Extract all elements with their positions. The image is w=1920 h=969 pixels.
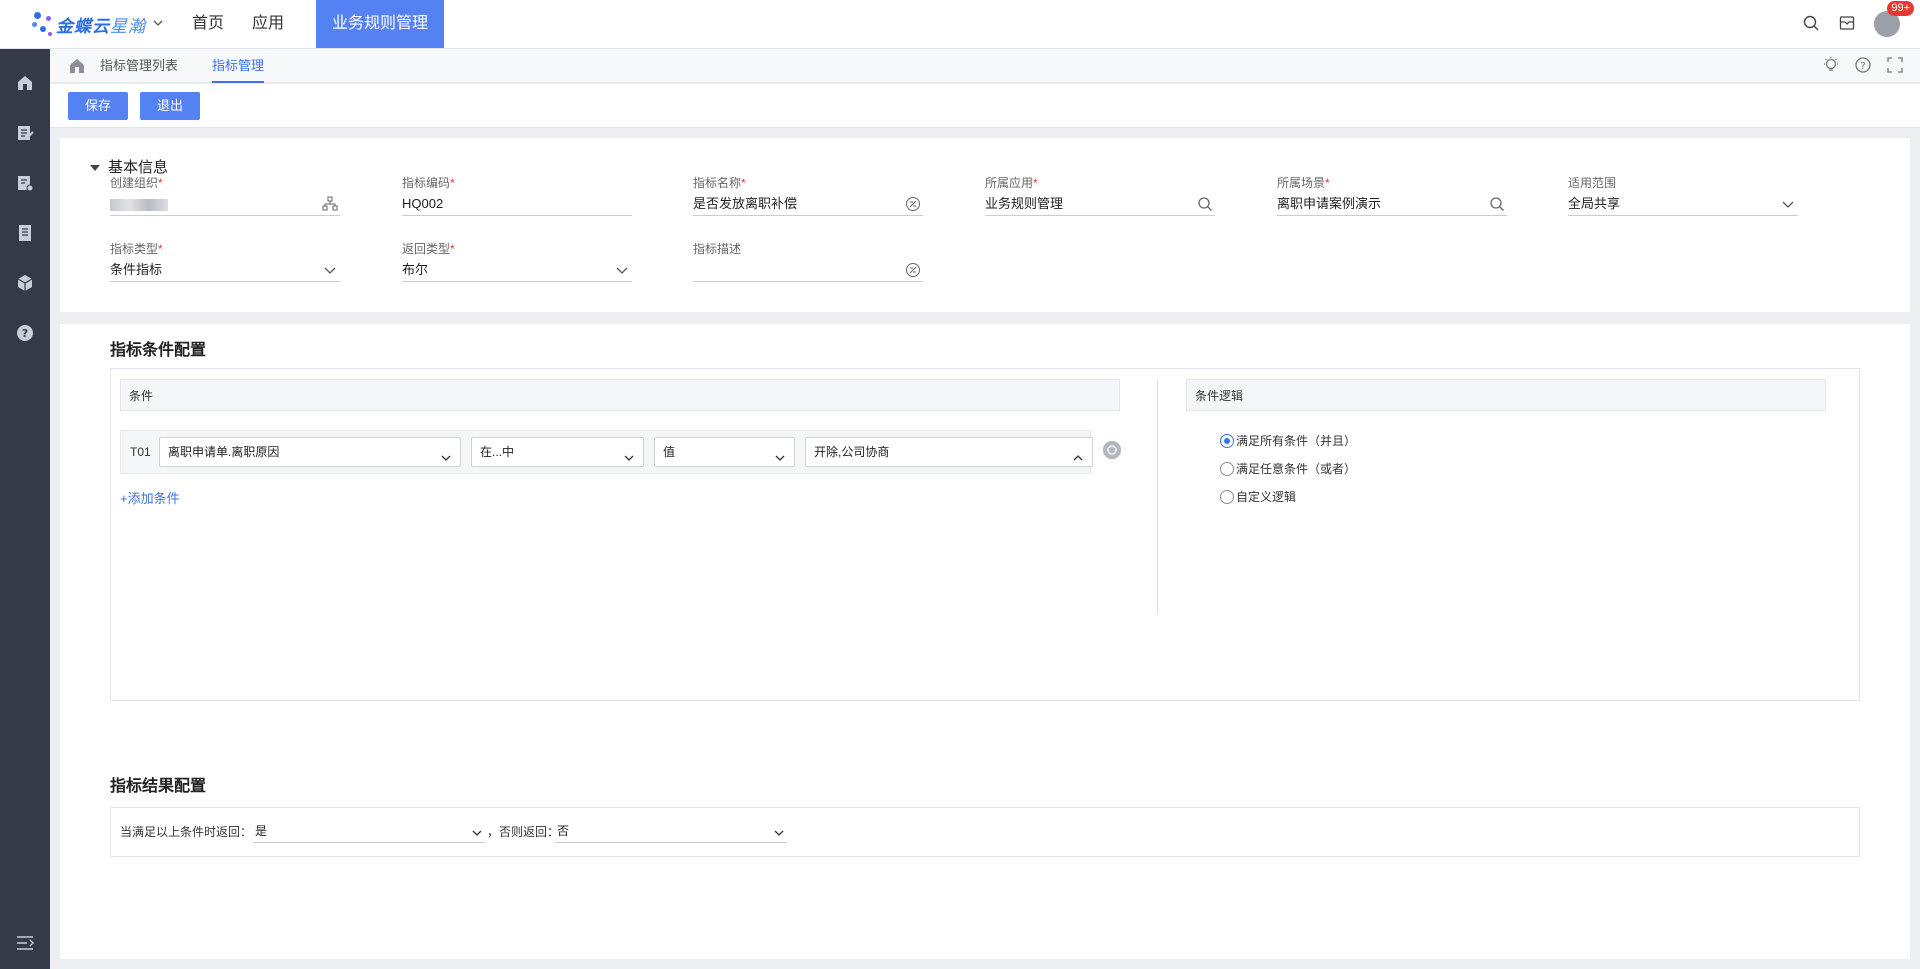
when-value-select[interactable]: 是 bbox=[253, 821, 485, 843]
field-return-type: 返回类型* 布尔 bbox=[402, 240, 632, 282]
search-icon[interactable] bbox=[1197, 196, 1213, 212]
nav-business-rules[interactable]: 业务规则管理 bbox=[316, 0, 445, 48]
save-button[interactable]: 保存 bbox=[68, 92, 129, 120]
condition-row: T01 离职申请单.离职原因 在...中 值 开除,公司协商 bbox=[120, 430, 1093, 474]
basic-info-panel: 基本信息 创建组织* 指标编码* HQ002 指标名称* 是否发放离职补偿 所属… bbox=[60, 138, 1910, 312]
toolbar: 保存 退出 bbox=[50, 84, 1920, 128]
field-scene: 所属场景* 离职申请案例演示 bbox=[1277, 174, 1507, 216]
condition-field-select[interactable]: 离职申请单.离职原因 bbox=[159, 437, 461, 467]
top-bar: 金蝶云星瀚 首页 应用 业务规则管理 99+ bbox=[0, 0, 1920, 49]
app-input[interactable]: 业务规则管理 bbox=[985, 194, 1215, 216]
condition-value-type-select[interactable]: 值 bbox=[654, 437, 795, 467]
cube-icon[interactable] bbox=[15, 273, 35, 293]
tab-indicator-list[interactable]: 指标管理列表 bbox=[100, 49, 178, 83]
svg-text:?: ? bbox=[22, 327, 28, 340]
help-circle-icon[interactable]: ? bbox=[1854, 56, 1872, 77]
tab-indicator-manage[interactable]: 指标管理 bbox=[212, 49, 265, 83]
condition-box: 条件 条件逻辑 T01 离职申请单.离职原因 在...中 值 开除,公司协商 +… bbox=[110, 368, 1860, 701]
logic-all-option[interactable]: 满足所有条件（并且） bbox=[1220, 432, 1356, 449]
desc-input[interactable] bbox=[693, 260, 923, 282]
condition-id: T01 bbox=[130, 445, 151, 459]
exit-button[interactable]: 退出 bbox=[140, 92, 201, 120]
notification-badge: 99+ bbox=[1887, 1, 1914, 16]
svg-text:?: ? bbox=[1860, 61, 1865, 72]
search-icon[interactable] bbox=[1489, 196, 1505, 212]
top-nav: 首页 应用 业务规则管理 bbox=[178, 0, 445, 48]
avatar[interactable]: 99+ bbox=[1874, 1, 1914, 37]
home-icon[interactable] bbox=[15, 73, 35, 93]
field-name: 指标名称* 是否发放离职补偿 bbox=[693, 174, 923, 216]
nav-home[interactable]: 首页 bbox=[178, 0, 238, 48]
field-app: 所属应用* 业务规则管理 bbox=[985, 174, 1215, 216]
delete-condition-icon[interactable] bbox=[1103, 441, 1121, 459]
tab-right-actions: ? bbox=[1822, 56, 1904, 77]
condition-value-select[interactable]: 开除,公司协商 bbox=[805, 437, 1093, 467]
scene-input[interactable]: 离职申请案例演示 bbox=[1277, 194, 1507, 216]
return-type-select[interactable]: 布尔 bbox=[402, 260, 632, 282]
nav-apps[interactable]: 应用 bbox=[238, 0, 298, 48]
logic-custom-option[interactable]: 自定义逻辑 bbox=[1220, 488, 1296, 505]
radio-icon[interactable] bbox=[1220, 461, 1234, 476]
else-label: ，否则返回： bbox=[487, 825, 560, 839]
top-right-actions: 99+ bbox=[1802, 0, 1914, 48]
radio-checked-icon[interactable] bbox=[1220, 433, 1234, 448]
chevron-down-icon[interactable] bbox=[152, 17, 164, 32]
indicator-config-panel: 指标条件配置 条件 条件逻辑 T01 离职申请单.离职原因 在...中 值 开除… bbox=[60, 324, 1910, 959]
logic-any-option[interactable]: 满足任意条件（或者） bbox=[1220, 460, 1356, 477]
chevron-down-icon bbox=[773, 825, 785, 837]
field-code: 指标编码* HQ002 bbox=[402, 174, 632, 216]
chevron-down-icon[interactable] bbox=[614, 262, 630, 278]
field-type: 指标类型* 条件指标 bbox=[110, 240, 340, 282]
type-select[interactable]: 条件指标 bbox=[110, 260, 340, 282]
app-logo[interactable]: 金蝶云星瀚 bbox=[32, 8, 164, 40]
chevron-up-icon bbox=[1072, 446, 1084, 461]
condition-config-title: 指标条件配置 bbox=[110, 342, 207, 359]
when-label: 当满足以上条件时返回： bbox=[120, 825, 253, 839]
lightbulb-icon[interactable] bbox=[1822, 56, 1840, 77]
org-input[interactable] bbox=[110, 194, 340, 216]
org-tree-icon[interactable] bbox=[322, 196, 338, 212]
chevron-down-icon bbox=[471, 825, 483, 837]
logo-mark-icon bbox=[32, 8, 56, 40]
chevron-down-icon[interactable] bbox=[1780, 196, 1796, 212]
help-icon[interactable]: ? bbox=[15, 323, 35, 343]
scope-select[interactable]: 全局共享 bbox=[1568, 194, 1798, 216]
name-input[interactable]: 是否发放离职补偿 bbox=[693, 194, 923, 216]
left-sidebar: ? bbox=[0, 49, 50, 969]
radio-icon[interactable] bbox=[1220, 489, 1234, 504]
result-box: 当满足以上条件时返回： 是 ，否则返回： 否 bbox=[110, 807, 1860, 857]
edit-document-icon[interactable] bbox=[15, 123, 35, 143]
conditions-header: 条件 bbox=[120, 379, 1120, 411]
collapse-menu-icon[interactable] bbox=[15, 935, 35, 951]
home-tab-icon[interactable] bbox=[68, 57, 86, 78]
translate-icon[interactable] bbox=[905, 262, 921, 278]
field-desc: 指标描述 bbox=[693, 240, 923, 282]
logo-text: 金蝶云星瀚 bbox=[56, 16, 146, 36]
chevron-down-icon bbox=[623, 446, 635, 461]
field-scope: 适用范围 全局共享 bbox=[1568, 174, 1798, 216]
chevron-down-icon bbox=[440, 446, 452, 461]
code-input[interactable]: HQ002 bbox=[402, 194, 632, 216]
else-value-select[interactable]: 否 bbox=[555, 821, 787, 843]
result-config-title: 指标结果配置 bbox=[110, 778, 207, 795]
report-check-icon[interactable] bbox=[15, 173, 35, 193]
breadcrumb-tabs: 指标管理列表 指标管理 ? bbox=[50, 49, 1920, 83]
condition-operator-select[interactable]: 在...中 bbox=[471, 437, 644, 467]
field-org: 创建组织* bbox=[110, 174, 340, 216]
redacted-value bbox=[110, 198, 168, 211]
document-list-icon[interactable] bbox=[15, 223, 35, 243]
add-condition-link[interactable]: +添加条件 bbox=[120, 488, 180, 507]
message-icon[interactable] bbox=[1838, 14, 1856, 35]
search-icon[interactable] bbox=[1802, 14, 1820, 35]
chevron-down-icon[interactable] bbox=[322, 262, 338, 278]
translate-icon[interactable] bbox=[905, 196, 921, 212]
chevron-down-icon bbox=[774, 446, 786, 461]
logic-header: 条件逻辑 bbox=[1186, 379, 1826, 411]
triangle-down-icon bbox=[90, 165, 100, 172]
divider bbox=[1157, 379, 1158, 614]
fullscreen-icon[interactable] bbox=[1886, 56, 1904, 77]
